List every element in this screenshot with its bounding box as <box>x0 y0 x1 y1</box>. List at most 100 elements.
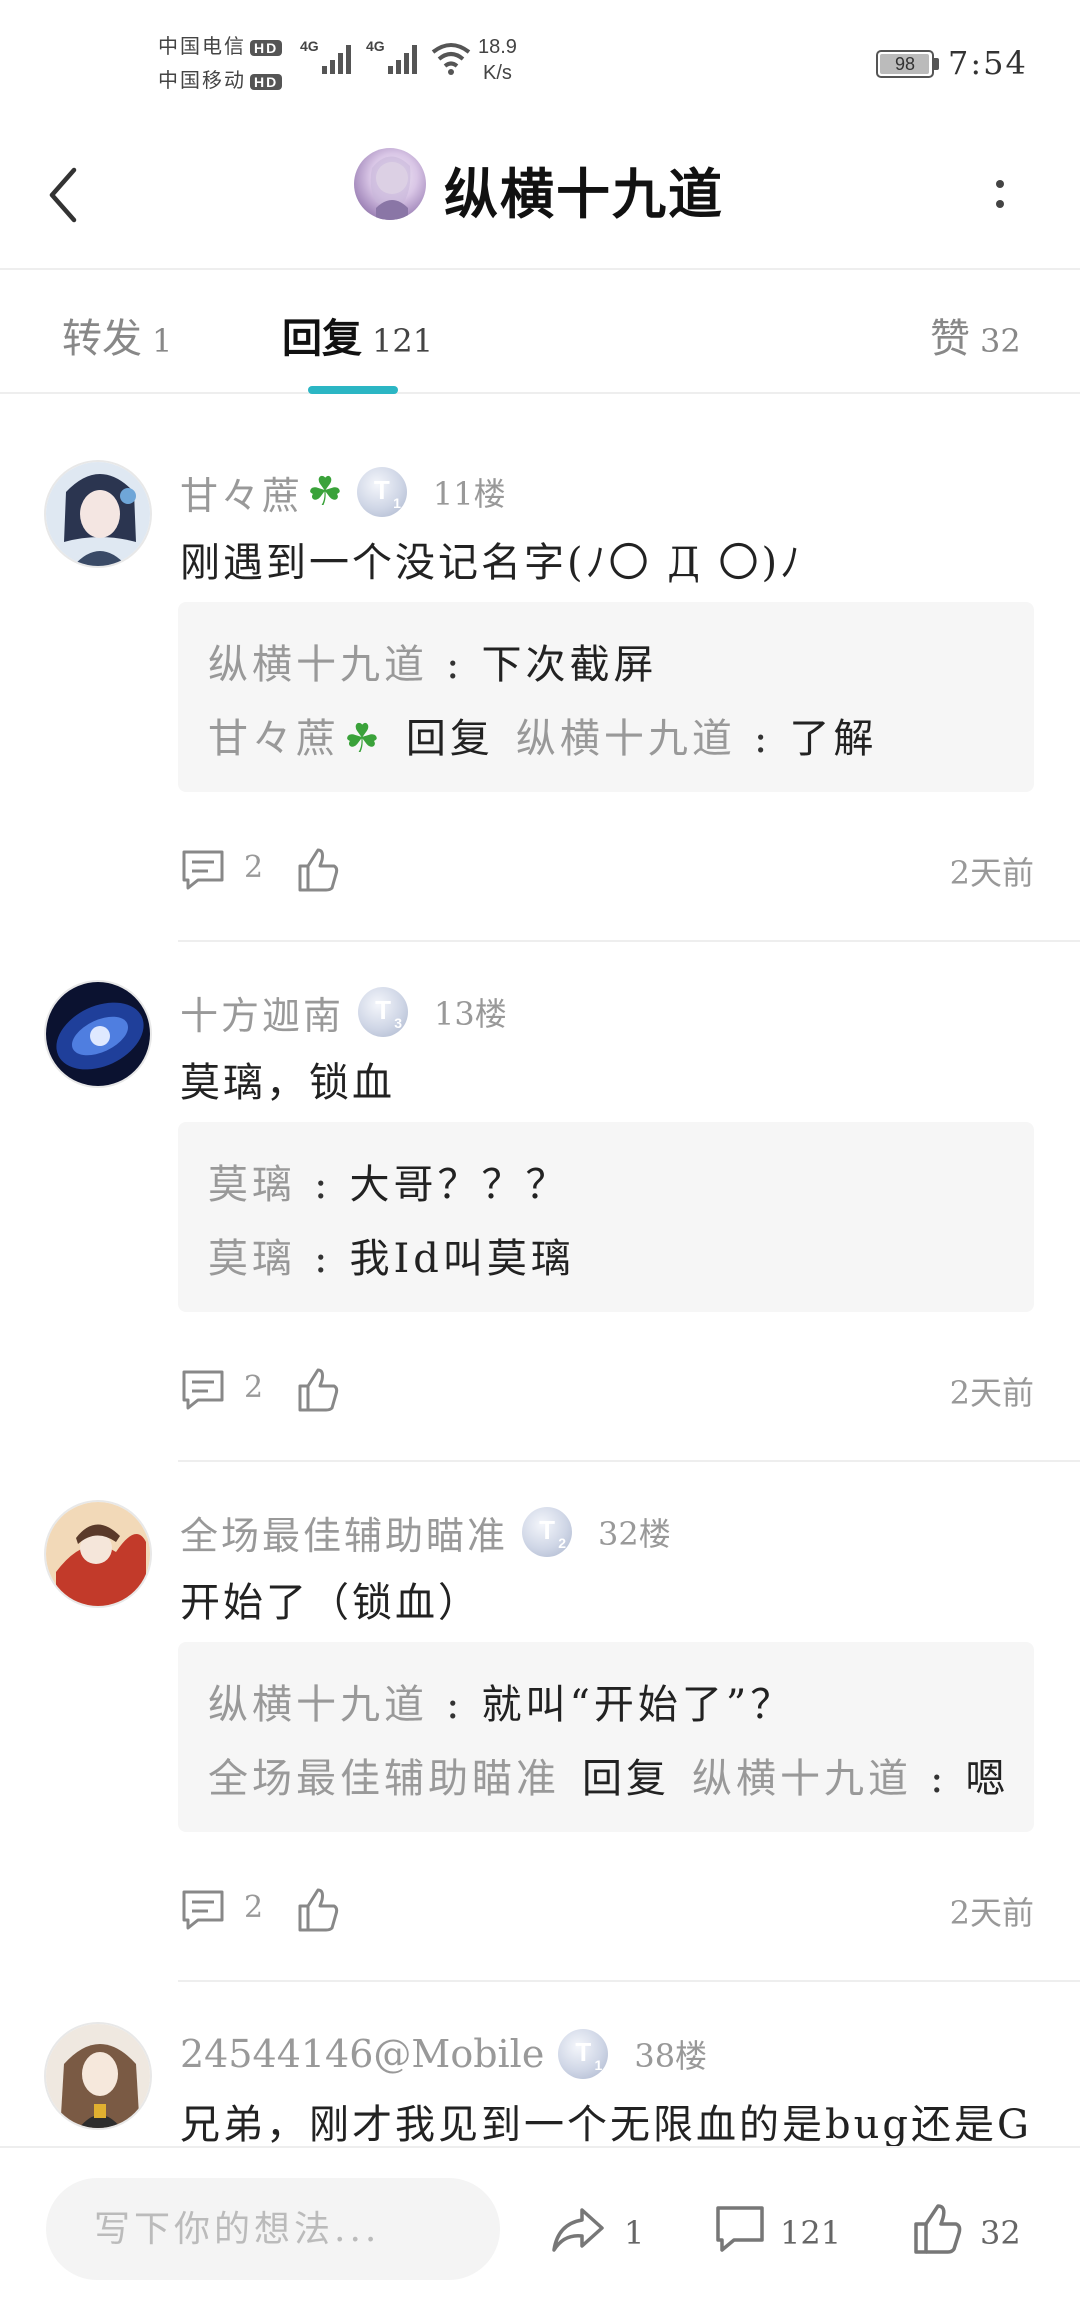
thumbs-up-icon[interactable] <box>292 846 342 894</box>
user-avatar[interactable] <box>44 460 152 568</box>
sub-reply-colon: : <box>930 1756 948 1802</box>
sub-reply-author[interactable]: 纵横十九道 <box>208 1682 428 1728</box>
hd-badge: HD <box>250 40 283 56</box>
sub-reply-author[interactable]: 纵横十九道 <box>208 642 428 688</box>
sub-reply-author[interactable]: 甘々蔗 <box>208 716 340 762</box>
sub-reply-colon: : <box>753 716 772 762</box>
floor-number: 13楼 <box>434 995 507 1033</box>
comment-icon[interactable] <box>178 1886 228 1934</box>
reply-button[interactable]: 121 <box>712 2188 862 2268</box>
sub-reply-author[interactable]: 全场最佳辅助瞄准 <box>208 1756 560 1802</box>
speed-value: 18.9 <box>478 36 517 58</box>
username[interactable]: 24544146@Mobile <box>180 2032 544 2076</box>
battery-cap <box>934 58 939 70</box>
post-time: 2天前 <box>949 854 1034 892</box>
sub-reply-colon: : <box>314 1236 332 1282</box>
post-divider <box>178 1980 1080 1982</box>
wifi-icon <box>431 43 471 75</box>
reply-count: 2 <box>244 1890 264 1925</box>
user-avatar[interactable] <box>44 2022 152 2130</box>
sub-reply-text: 我Id叫莫璃 <box>349 1236 575 1282</box>
post-content: 兄弟，刚才我见到一个无限血的是bug还是G <box>180 2102 1032 2146</box>
signal-strength-icon <box>388 45 417 74</box>
tab-reply[interactable]: 回复 121 <box>282 306 433 364</box>
group-avatar[interactable] <box>354 148 426 220</box>
tab-reply-count: 121 <box>372 322 434 360</box>
username[interactable]: 甘々蔗 <box>180 465 303 520</box>
thumbs-up-icon[interactable] <box>292 1366 342 1414</box>
floor-number: 32楼 <box>598 1515 671 1553</box>
tab-like-count: 32 <box>980 322 1021 360</box>
like-button[interactable]: 32 <box>908 2188 1038 2268</box>
comment-icon <box>716 2206 764 2252</box>
sub-reply-line: 全场最佳辅助瞄准 回复 纵横十九道: 嗯 <box>208 1746 1009 1804</box>
sub-reply-colon: : <box>446 1682 464 1728</box>
hd-badge: HD <box>250 74 283 90</box>
clover-icon: ☘ <box>344 716 384 762</box>
floor-number: 38楼 <box>634 2037 708 2075</box>
sub-reply-line: 纵横十九道: 下次截屏 <box>208 632 657 690</box>
level-badge-number: 1 <box>594 2057 603 2073</box>
sub-reply-target[interactable]: 纵横十九道 <box>516 716 736 762</box>
page-title: 纵横十九道 <box>444 162 724 226</box>
avatar-image <box>46 462 150 566</box>
comment-icon[interactable] <box>178 1366 228 1414</box>
level-badge-icon: T2 <box>522 1507 573 1557</box>
sub-reply-author[interactable]: 莫璃 <box>208 1162 296 1208</box>
tab-like-label: 赞 <box>930 316 970 362</box>
level-badge-icon: T1 <box>356 467 407 517</box>
forward-button[interactable]: 1 <box>550 2188 670 2268</box>
speed-unit: K/s <box>483 62 512 84</box>
carrier-1-label: 中国电信 <box>158 34 246 58</box>
avatar-image <box>46 2024 150 2128</box>
reply-post: 甘々蔗 ☘ T1 11楼 刚遇到一个没记名字(ﾉ〇 Д 〇)ﾉ 纵横十九道: 下次… <box>0 460 1080 942</box>
comment-input[interactable] <box>46 2178 500 2280</box>
sub-reply-box[interactable]: 纵横十九道: 就叫“开始了”？ 全场最佳辅助瞄准 回复 纵横十九道: 嗯 <box>178 1642 1034 1832</box>
sub-reply-reply-word: 回复 <box>582 1756 670 1802</box>
sub-reply-author[interactable]: 莫璃 <box>208 1236 296 1282</box>
user-avatar[interactable] <box>44 1500 152 1608</box>
like-count: 32 <box>980 2214 1021 2252</box>
sub-reply-target[interactable]: 纵横十九道 <box>692 1756 912 1802</box>
user-info-row: 甘々蔗 ☘ T1 11楼 <box>180 464 506 520</box>
tab-like[interactable]: 赞 32 <box>930 306 1021 364</box>
user-avatar[interactable] <box>44 980 152 1088</box>
more-vertical-icon[interactable] <box>980 160 1020 230</box>
reply-count-total: 121 <box>780 2214 842 2252</box>
user-info-row: 全场最佳辅助瞄准 T2 32楼 <box>180 1504 671 1560</box>
sub-reply-line: 纵横十九道: 就叫“开始了”？ <box>208 1672 794 1730</box>
comment-icon[interactable] <box>178 846 228 894</box>
network-speed: 18.9 K/s <box>478 34 517 86</box>
sub-reply-text: 就叫“开始了”？ <box>481 1682 795 1728</box>
sub-reply-box[interactable]: 纵横十九道: 下次截屏 甘々蔗 ☘ 回复 纵横十九道: 了解 <box>178 602 1034 792</box>
sub-reply-text: 下次截屏 <box>481 642 658 688</box>
tab-forward[interactable]: 转发 1 <box>62 306 172 364</box>
avatar-image <box>370 156 411 220</box>
sub-reply-box[interactable]: 莫璃: 大哥？？？ 莫璃: 我Id叫莫璃 <box>178 1122 1034 1312</box>
sub-reply-line: 甘々蔗 ☘ 回复 纵横十九道: 了解 <box>208 706 877 764</box>
thumbs-up-icon[interactable] <box>292 1886 342 1934</box>
post-content: 莫璃，锁血 <box>180 1060 395 1106</box>
sub-reply-colon: : <box>314 1162 332 1208</box>
reply-post: 十方迦南 T3 13楼 莫璃，锁血 莫璃: 大哥？？？ 莫璃: 我Id叫莫璃 2 2… <box>0 980 1080 1462</box>
app-header: 纵横十九道 <box>0 120 1080 270</box>
tab-forward-label: 转发 <box>62 316 142 362</box>
tab-reply-label: 回复 <box>282 315 362 362</box>
chevron-left-icon[interactable] <box>40 160 90 230</box>
thumbs-up-icon <box>914 2204 962 2254</box>
username[interactable]: 全场最佳辅助瞄准 <box>180 1505 508 1560</box>
reply-post: 全场最佳辅助瞄准 T2 32楼 开始了（锁血） 纵横十九道: 就叫“开始了”？ 全… <box>0 1500 1080 1982</box>
status-bar: 中国电信 HD 中国移动 HD 4G 4G 18.9 K/s 98 7:54 <box>0 0 1080 120</box>
level-badge-number: 3 <box>394 1015 403 1031</box>
battery-icon: 98 <box>876 50 934 78</box>
tab-bar: 转发 1 回复 121 赞 32 <box>0 272 1080 394</box>
reply-post: 24544146@Mobile T1 38楼 兄弟，刚才我见到一个无限血的是bu… <box>0 2022 1080 2146</box>
post-content: 开始了（锁血） <box>180 1580 481 1626</box>
level-badge-icon: T1 <box>558 2029 609 2079</box>
post-divider <box>178 1460 1080 1462</box>
clover-icon: ☘ <box>307 469 343 515</box>
username[interactable]: 十方迦南 <box>180 985 344 1040</box>
sub-reply-text: 大哥？？？ <box>349 1162 570 1208</box>
tab-forward-count: 1 <box>152 322 173 360</box>
level-badge-number: 1 <box>393 495 401 511</box>
